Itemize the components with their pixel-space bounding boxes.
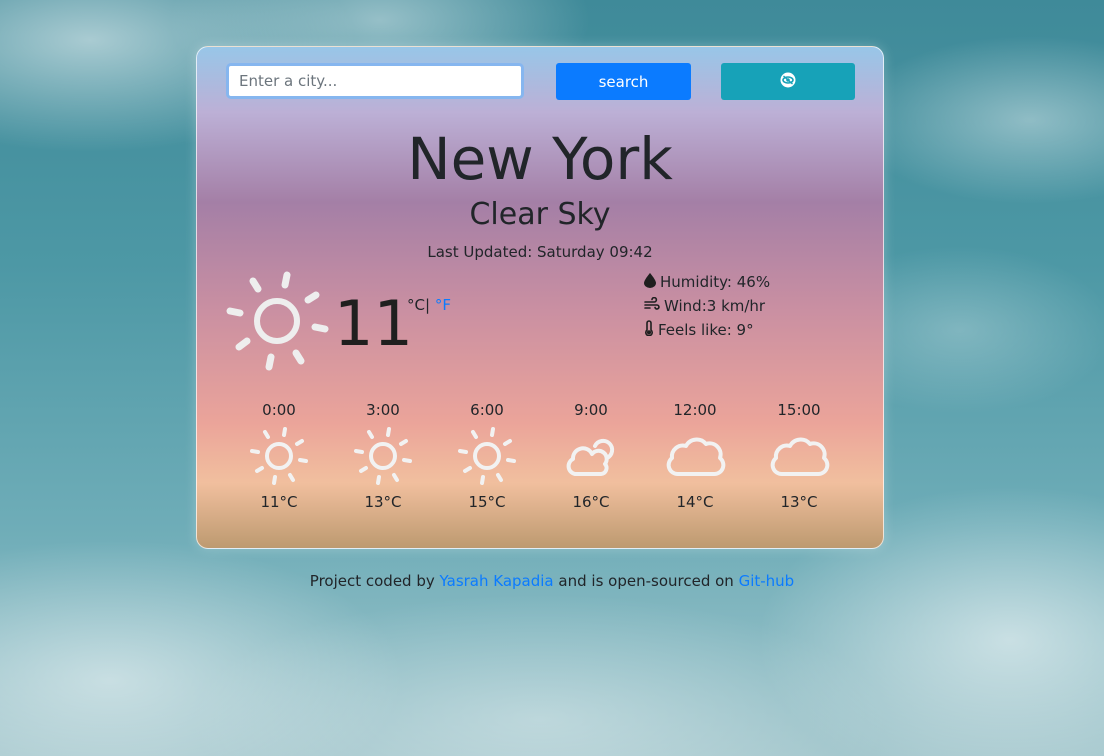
forecast-temp: 15°C bbox=[468, 493, 506, 511]
footer-middle: and is open-sourced on bbox=[558, 572, 734, 590]
weather-description: Clear Sky bbox=[469, 197, 611, 232]
forecast-item: 0:00 11°C bbox=[227, 399, 331, 513]
forecast-temp: 13°C bbox=[780, 493, 818, 511]
forecast-time: 9:00 bbox=[574, 401, 608, 419]
sun-icon bbox=[331, 421, 435, 491]
last-updated: Last Updated: Saturday 09:42 bbox=[427, 243, 653, 261]
forecast-time: 6:00 bbox=[470, 401, 504, 419]
forecast-temp: 16°C bbox=[572, 493, 610, 511]
forecast-item: 3:00 13°C bbox=[331, 399, 435, 513]
github-link[interactable]: Git-hub bbox=[739, 572, 795, 590]
forecast-item: 9:00 16°C bbox=[539, 399, 643, 513]
city-name: New York bbox=[407, 125, 673, 193]
sun-icon bbox=[435, 421, 539, 491]
forecast-time: 0:00 bbox=[262, 401, 296, 419]
forecast-time: 3:00 bbox=[366, 401, 400, 419]
forecast-item: 6:00 15°C bbox=[435, 399, 539, 513]
forecast-temp: 14°C bbox=[676, 493, 714, 511]
sun-icon bbox=[227, 421, 331, 491]
city-search-input[interactable] bbox=[226, 63, 524, 99]
cloud-icon bbox=[643, 421, 747, 491]
weather-details: Humidity: 46% Wind:3 km/hr Feels like: 9… bbox=[644, 270, 770, 342]
thermometer-icon bbox=[644, 320, 654, 340]
unit-toggle: °C| °F bbox=[407, 296, 451, 314]
droplet-icon bbox=[644, 272, 656, 292]
cloud-icon bbox=[747, 421, 851, 491]
hourly-forecast: 0:00 11°C 3:00 13°C 6:00 15°C 9:00 16°C … bbox=[227, 399, 851, 513]
author-link[interactable]: Yasrah Kapadia bbox=[440, 572, 554, 590]
forecast-time: 15:00 bbox=[777, 401, 821, 419]
forecast-temp: 13°C bbox=[364, 493, 402, 511]
current-temperature: 11 bbox=[334, 287, 413, 360]
fahrenheit-link[interactable]: °F bbox=[435, 296, 451, 314]
forecast-time: 12:00 bbox=[673, 401, 717, 419]
cloud-sun-icon bbox=[539, 421, 643, 491]
wind-icon bbox=[644, 296, 660, 315]
footer-prefix: Project coded by bbox=[309, 572, 435, 590]
footer: Project coded by Yasrah Kapadia and is o… bbox=[0, 572, 1104, 590]
current-location-button[interactable] bbox=[721, 63, 855, 100]
humidity-text: Humidity: 46% bbox=[660, 273, 771, 291]
forecast-item: 15:00 13°C bbox=[747, 399, 851, 513]
forecast-item: 12:00 14°C bbox=[643, 399, 747, 513]
wind-text: Wind:3 km/hr bbox=[664, 297, 766, 315]
sun-icon bbox=[225, 269, 329, 373]
location-eye-icon bbox=[780, 72, 796, 92]
feels-like-text: Feels like: 9° bbox=[658, 321, 754, 339]
forecast-temp: 11°C bbox=[260, 493, 298, 511]
celsius-unit: °C| bbox=[407, 296, 431, 314]
search-button[interactable]: search bbox=[556, 63, 691, 100]
weather-card: search New York Clear Sky Last Updated: … bbox=[196, 46, 884, 549]
